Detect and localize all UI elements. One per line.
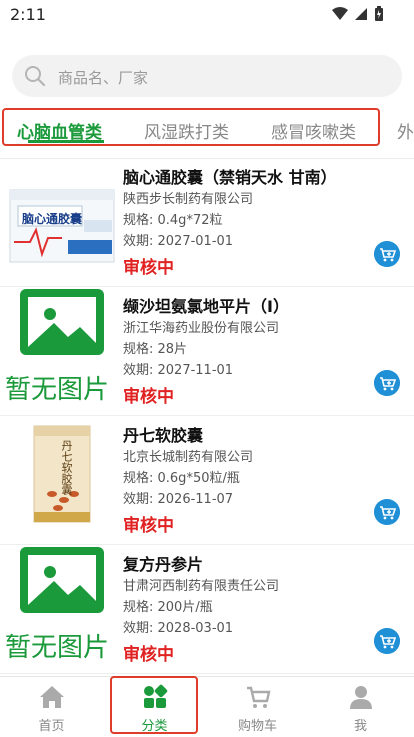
product-spec: 规格: 28片 — [123, 342, 188, 357]
category-icon — [144, 684, 168, 708]
product-name: 复方丹参片 — [123, 555, 204, 574]
add-to-cart-icon[interactable] — [374, 370, 400, 396]
nav-cart[interactable]: 购物车 — [206, 677, 309, 737]
product-package-text: 丹七软胶囊 — [60, 440, 73, 495]
nav-label: 我 — [353, 719, 367, 734]
product-manufacturer: 甘肃河西制药有限责任公司 — [123, 579, 280, 594]
nav-home[interactable]: 首页 — [0, 677, 103, 737]
nav-label: 购物车 — [237, 719, 277, 734]
product-name: 缬沙坦氨氯地平片（I） — [123, 297, 289, 316]
product-expiry: 效期: 2028-03-01 — [123, 621, 234, 636]
product-expiry: 效期: 2027-11-01 — [123, 363, 234, 378]
image-placeholder-icon — [20, 289, 104, 355]
product-item[interactable]: 丹七软胶囊 丹七软胶囊 北京长城制药有限公司 规格: 0.6g*50粒/瓶 效期… — [0, 416, 414, 545]
status-bar: 2:11 — [0, 0, 414, 30]
tab-rheumatism[interactable]: 风湿跌打类 — [144, 118, 229, 143]
add-to-cart-icon[interactable] — [374, 499, 400, 525]
home-icon — [40, 686, 64, 708]
search-placeholder: 商品名、厂家 — [58, 69, 149, 87]
no-image-text: 暂无图片 — [5, 375, 110, 405]
product-status: 审核中 — [123, 387, 174, 407]
product-spec: 规格: 0.4g*72粒 — [123, 213, 223, 228]
search-bar[interactable]: 商品名、厂家 — [12, 55, 402, 97]
product-name: 脑心通胶囊（禁销天水 甘南） — [123, 168, 337, 187]
product-expiry: 效期: 2027-01-01 — [123, 234, 234, 249]
signal-icon — [355, 8, 367, 20]
product-manufacturer: 陕西步长制药有限公司 — [123, 192, 254, 207]
product-item[interactable]: 暂无图片 复方丹参片 甘肃河西制药有限责任公司 规格: 200片/瓶 效期: 2… — [0, 545, 414, 674]
nav-me[interactable]: 我 — [309, 677, 412, 737]
active-tab-indicator — [28, 140, 104, 143]
product-package-text: 脑心通胶囊 — [22, 212, 83, 226]
product-status: 审核中 — [123, 258, 174, 278]
nav-label: 首页 — [38, 719, 65, 734]
product-name: 丹七软胶囊 — [123, 426, 204, 445]
tab-external[interactable]: 外 — [397, 118, 414, 143]
product-spec: 规格: 200片/瓶 — [123, 600, 213, 615]
wifi-icon — [332, 7, 348, 20]
product-spec: 规格: 0.6g*50粒/瓶 — [123, 471, 240, 486]
no-image-text: 暂无图片 — [5, 633, 110, 663]
product-status: 审核中 — [123, 645, 174, 665]
add-to-cart-icon[interactable] — [374, 241, 400, 267]
user-icon — [350, 686, 372, 709]
tab-cold-cough[interactable]: 感冒咳嗽类 — [271, 118, 356, 143]
product-manufacturer: 北京长城制药有限公司 — [123, 450, 254, 465]
product-expiry: 效期: 2026-11-07 — [123, 492, 234, 507]
product-status: 审核中 — [123, 516, 174, 536]
product-item[interactable]: 暂无图片 缬沙坦氨氯地平片（I） 浙江华海药业股份有限公司 规格: 28片 效期… — [0, 287, 414, 416]
image-placeholder-icon — [20, 547, 104, 613]
nav-label: 分类 — [141, 719, 168, 734]
nav-category[interactable]: 分类 — [103, 677, 206, 737]
cart-icon — [247, 686, 271, 708]
product-item[interactable]: 脑心通胶囊 脑心通胶囊（禁销天水 甘南） 陕西步长制药有限公司 规格: 0.4g… — [0, 158, 414, 287]
battery-icon — [375, 6, 383, 21]
search-icon — [25, 66, 46, 87]
add-to-cart-icon[interactable] — [374, 628, 400, 654]
status-time: 2:11 — [10, 5, 46, 24]
status-icons — [332, 6, 384, 22]
bottom-nav: 首页 分类 购物车 我 — [0, 676, 414, 737]
product-manufacturer: 浙江华海药业股份有限公司 — [123, 321, 280, 336]
